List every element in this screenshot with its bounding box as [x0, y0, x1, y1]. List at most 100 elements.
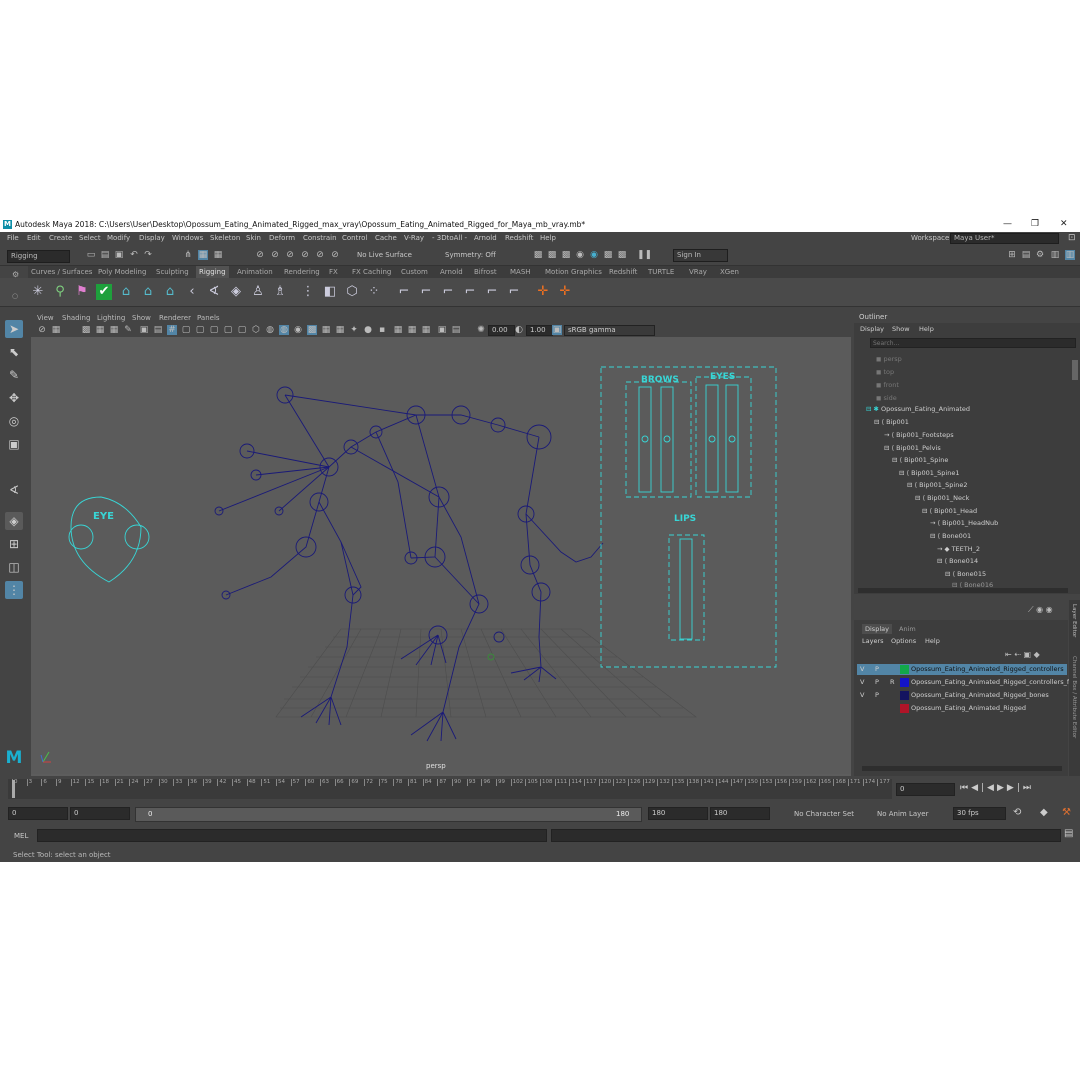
outliner-item-footsteps[interactable]: → ⟨ Bip001_Footsteps [884, 431, 954, 439]
outliner-item-pelvis[interactable]: ⊟ ⟨ Bip001_Pelvis [884, 444, 941, 452]
xray-icon[interactable]: ▦ [321, 325, 331, 335]
locator-icon[interactable]: ✛ [535, 284, 551, 300]
outliner-menu-show[interactable]: Show [892, 325, 910, 333]
menu-display[interactable]: Display [139, 234, 165, 242]
persp-viewport[interactable]: BROWS EYES LIPS EYE persp [31, 337, 851, 774]
anim-prefs-icon[interactable]: ⚒ [1062, 807, 1071, 818]
outliner-item-neck[interactable]: ⊟ ⟨ Bip001_Neck [915, 494, 969, 502]
xray-joints-icon[interactable]: ▩ [307, 325, 317, 335]
viewport-scene[interactable]: BROWS EYES LIPS EYE persp [31, 337, 851, 774]
layer-tab-display[interactable]: Display [862, 624, 892, 634]
lasso-tool-icon[interactable]: ⬉ [5, 343, 23, 361]
shelf-tab-motion-graphics[interactable]: Motion Graphics [545, 268, 602, 276]
resolution-gate-icon[interactable]: ▢ [181, 325, 191, 335]
loop-icon[interactable]: ⟲ [1013, 807, 1021, 818]
outliner-menu-help[interactable]: Help [919, 325, 934, 333]
command-language-label[interactable]: MEL [14, 832, 28, 840]
tool-settings-icon[interactable]: ⚙ [1035, 250, 1045, 260]
point-constraint-icon[interactable]: ⌐ [396, 284, 412, 300]
safe-action-icon[interactable]: ▢ [223, 325, 233, 335]
exposure-field[interactable]: 0.00 [488, 325, 515, 336]
layer-menu-options[interactable]: Options [891, 637, 916, 645]
shadows-icon[interactable]: ● [363, 325, 373, 335]
single-perspective-icon[interactable]: ◈ [5, 512, 23, 530]
move-tool-icon[interactable]: ✥ [5, 389, 23, 407]
pole-vector-icon[interactable]: ⌐ [506, 284, 522, 300]
undo-icon[interactable]: ↶ [129, 250, 139, 260]
lock-icon[interactable]: ⊡ [1068, 233, 1076, 243]
gate-mask-icon[interactable]: ▢ [195, 325, 205, 335]
playback-start-field[interactable]: 0 [70, 807, 130, 820]
layer-reference[interactable]: R [890, 678, 895, 686]
auto-key-icon[interactable]: ◆ [1040, 807, 1048, 818]
current-frame-field[interactable]: 0 [896, 783, 955, 796]
outliner-item-spine2[interactable]: ⊟ ⟨ Bip001_Spine2 [907, 481, 968, 489]
channel-box-icon[interactable]: ▥ [1050, 250, 1060, 260]
bookmark-icon[interactable]: ▩ [81, 325, 91, 335]
shelf-tab-poly[interactable]: Poly Modeling [98, 268, 146, 276]
layer-row[interactable]: V P Opossum_Eating_Animated_Rigged_contr… [857, 664, 1067, 675]
select-tool-icon[interactable]: ➤ [5, 320, 23, 338]
vray-render-icon[interactable]: ▩ [603, 250, 613, 260]
layer-row[interactable]: V P R Opossum_Eating_Animated_Rigged_con… [857, 677, 1080, 688]
vp-menu-panels[interactable]: Panels [197, 314, 220, 322]
render-icon[interactable]: ▩ [533, 250, 543, 260]
layer-hscrollbar[interactable] [862, 766, 1062, 771]
film-gate-icon[interactable]: ▤ [153, 325, 163, 335]
layer-playback[interactable]: P [875, 678, 879, 686]
outliner-item-spine1[interactable]: ⊟ ⟨ Bip001_Spine1 [899, 469, 960, 477]
layer-name[interactable]: Opossum_Eating_Animated_Rigged [911, 704, 1026, 712]
snap-grid-icon[interactable]: ⊘ [255, 250, 265, 260]
orient-joints-icon[interactable]: ∢ [206, 284, 222, 300]
grease-pencil-icon[interactable]: ✎ [123, 325, 133, 335]
color-management-icon[interactable]: ▣ [552, 325, 562, 335]
ik-spline-icon[interactable]: ⚑ [74, 284, 90, 300]
isolate-select-icon[interactable]: ▣ [437, 325, 447, 335]
anti-alias-icon[interactable]: ▦ [407, 325, 417, 335]
menu-file[interactable]: File [7, 234, 19, 242]
layer-visibility[interactable]: V [860, 665, 864, 673]
default-material-icon[interactable]: ◉ [293, 325, 303, 335]
attribute-editor-icon[interactable]: ▤ [1021, 250, 1031, 260]
layer-visibility[interactable]: V [860, 678, 864, 686]
side-tab-channel-box[interactable]: Channel Box / Attribute Editor [1071, 656, 1077, 774]
motion-blur-icon[interactable]: ▦ [393, 325, 403, 335]
isolate-icon[interactable]: ▤ [451, 325, 461, 335]
outliner-menu-display[interactable]: Display [860, 325, 884, 333]
skeleton-rig[interactable] [214, 386, 604, 742]
outliner-item-bone014[interactable]: ⊟ ⟨ Bone014 [937, 557, 978, 565]
ik-handle-icon[interactable]: ⚲ [52, 284, 68, 300]
outliner-layout-icon[interactable]: ⋮ [5, 581, 23, 599]
save-scene-icon[interactable]: ▣ [114, 250, 124, 260]
snap-surface-icon[interactable]: ⊘ [315, 250, 325, 260]
outliner-item-teeth[interactable]: → ◆ TEETH_2 [937, 545, 980, 553]
playhead[interactable] [12, 780, 15, 798]
shelf-tab-curves[interactable]: Curves / Surfaces [31, 268, 92, 276]
hypershade-icon[interactable]: ◉ [575, 250, 585, 260]
camera-attr-icon[interactable]: ▦ [51, 325, 61, 335]
outliner-camera-front[interactable]: ◼ front [876, 381, 899, 389]
bind-skin-icon[interactable]: ⌂ [118, 284, 134, 300]
shelf-tab-custom[interactable]: Custom [401, 268, 428, 276]
menu-3dtoall[interactable]: - 3DtoAll - [432, 234, 467, 242]
maximize-icon[interactable]: ❐ [1031, 219, 1039, 229]
menu-constrain[interactable]: Constrain [303, 234, 337, 242]
layer-color-swatch[interactable] [900, 704, 909, 713]
layer-playback[interactable]: P [875, 691, 879, 699]
shelf-tab-turtle[interactable]: TURTLE [648, 268, 674, 276]
scale-tool-icon[interactable]: ▣ [5, 435, 23, 453]
menuset-dropdown[interactable]: Rigging [7, 250, 70, 263]
snap-point-icon[interactable]: ⊘ [285, 250, 295, 260]
vp-menu-shading[interactable]: Shading [62, 314, 90, 322]
menu-create[interactable]: Create [49, 234, 72, 242]
shelf-tab-redshift[interactable]: Redshift [609, 268, 637, 276]
time-slider[interactable]: 0 3 6 9 12 15 18 21 24 27 30 33 36 39 42 45 48 51 54 57 60 63… [0, 777, 1080, 803]
render-view-icon[interactable]: ◉ [589, 250, 599, 260]
arnold-render-icon[interactable]: ▩ [617, 250, 627, 260]
layer-color-swatch[interactable] [900, 691, 909, 700]
mirror-joints-icon[interactable]: ‹ [184, 284, 200, 300]
shelf-menu-icon[interactable]: ○ [12, 292, 18, 300]
face-controls[interactable] [68, 366, 777, 668]
minimize-icon[interactable]: — [1003, 219, 1012, 229]
outliner-scrollbar[interactable] [1072, 360, 1078, 380]
